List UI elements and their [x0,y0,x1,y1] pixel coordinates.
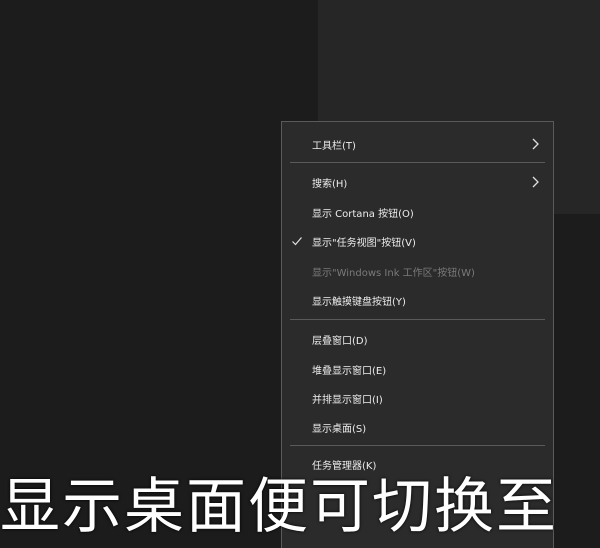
menu-item-label: 层叠窗口(D) [312,335,368,347]
menu-item-label: 工具栏(T) [312,140,356,152]
menu-item-label: 显示"任务视图"按钮(V) [312,237,416,249]
menu-item-toolbars[interactable]: 工具栏(T) [282,130,553,158]
menu-item-show-task-view[interactable]: 显示"任务视图"按钮(V) [282,227,553,255]
menu-item-label: 显示"Windows Ink 工作区"按钮(W) [312,267,475,279]
menu-item-side-by-side-windows[interactable]: 并排显示窗口(I) [282,384,553,412]
chevron-right-icon [532,138,539,150]
desktop-screen: 工具栏(T) 搜索(H) 显示 Cortana 按钮(O) 显示"任务视图"按钮… [0,0,600,548]
video-subtitle-caption: 显示桌面便可切换至 [0,472,558,542]
menu-item-label: 堆叠显示窗口(E) [312,365,387,377]
menu-item-search[interactable]: 搜索(H) [282,168,553,196]
menu-item-stack-windows[interactable]: 堆叠显示窗口(E) [282,355,553,383]
checkmark-icon [292,237,302,246]
menu-separator [290,319,545,320]
menu-item-label: 显示桌面(S) [312,423,367,435]
chevron-right-icon [532,176,539,188]
menu-item-show-touch-keyboard[interactable]: 显示触摸键盘按钮(Y) [282,286,553,314]
menu-separator [290,162,545,163]
menu-item-label: 显示 Cortana 按钮(O) [312,208,414,220]
menu-item-label: 并排显示窗口(I) [312,394,383,406]
menu-item-show-cortana[interactable]: 显示 Cortana 按钮(O) [282,198,553,226]
menu-item-label: 搜索(H) [312,178,348,190]
menu-separator [290,445,545,446]
menu-item-show-windows-ink: 显示"Windows Ink 工作区"按钮(W) [282,257,553,285]
menu-item-show-desktop[interactable]: 显示桌面(S) [282,413,553,441]
menu-item-label: 显示触摸键盘按钮(Y) [312,296,406,308]
menu-item-cascade-windows[interactable]: 层叠窗口(D) [282,325,553,353]
